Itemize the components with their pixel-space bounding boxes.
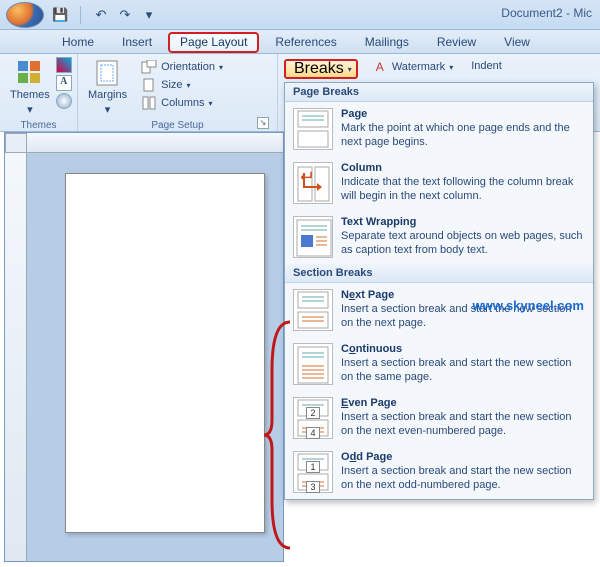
tab-references[interactable]: References: [263, 32, 348, 53]
next-page-icon: [293, 289, 333, 331]
group-label-themes: Themes: [6, 118, 71, 131]
redo-icon[interactable]: ↷: [117, 7, 133, 23]
option-desc: Separate text around objects on web page…: [341, 230, 585, 258]
columns-label: Columns: [161, 97, 204, 109]
indent-label-group: Indent: [467, 59, 506, 73]
option-title: Continuous: [341, 343, 585, 355]
attribution-link[interactable]: www.skyneel.com: [472, 298, 584, 313]
break-option-column[interactable]: Column Indicate that the text following …: [285, 156, 593, 210]
theme-colors-button[interactable]: [56, 57, 72, 73]
option-desc: Insert a section break and start the new…: [341, 465, 585, 493]
break-option-even-page[interactable]: 24 Even Page Insert a section break and …: [285, 391, 593, 445]
chevron-down-icon: ▾: [348, 65, 352, 74]
chevron-down-icon: ▾: [209, 99, 213, 108]
theme-effects-button[interactable]: [56, 93, 72, 109]
section-breaks-brace-annotation: [262, 320, 292, 550]
theme-fonts-button[interactable]: A: [56, 75, 72, 91]
document-area: [4, 132, 284, 562]
break-option-text-wrapping[interactable]: Text Wrapping Separate text around objec…: [285, 210, 593, 264]
page-num-badge: 4: [306, 427, 320, 439]
option-title: Page: [341, 108, 585, 120]
tab-insert[interactable]: Insert: [110, 32, 164, 53]
tab-home[interactable]: Home: [50, 32, 106, 53]
break-option-page[interactable]: Page Mark the point at which one page en…: [285, 102, 593, 156]
group-label-page-setup: Page Setup ↘: [84, 118, 271, 131]
horizontal-ruler[interactable]: [27, 133, 283, 153]
group-themes: Themes ▾ A Themes: [0, 54, 78, 131]
page-num-badge: 2: [306, 407, 320, 419]
separator: [80, 6, 81, 24]
tab-review[interactable]: Review: [425, 32, 488, 53]
text-wrapping-icon: [293, 216, 333, 258]
page-breaks-header: Page Breaks: [285, 83, 593, 102]
columns-button[interactable]: Columns ▾: [137, 95, 227, 111]
columns-icon: [141, 96, 157, 110]
break-option-continuous[interactable]: Continuous Insert a section break and st…: [285, 337, 593, 391]
page-num-badge: 1: [306, 461, 320, 473]
option-title: Even Page: [341, 397, 585, 409]
option-title: Odd Page: [341, 451, 585, 463]
chevron-down-icon: ▾: [449, 63, 453, 72]
size-button[interactable]: Size ▾: [137, 77, 227, 93]
page-break-icon: [293, 108, 333, 150]
document-page[interactable]: [65, 173, 265, 533]
even-page-icon: 24: [293, 397, 333, 439]
vertical-ruler[interactable]: [5, 153, 27, 561]
save-icon[interactable]: 💾: [52, 7, 68, 23]
margins-icon: [94, 59, 122, 87]
break-option-odd-page[interactable]: 13 Odd Page Insert a section break and s…: [285, 445, 593, 499]
breaks-dropdown: Page Breaks Page Mark the point at which…: [284, 82, 594, 500]
odd-page-icon: 13: [293, 451, 333, 493]
option-desc: Indicate that the text following the col…: [341, 176, 585, 204]
breaks-button[interactable]: Breaks ▾: [284, 59, 358, 79]
chevron-down-icon: ▾: [219, 63, 223, 72]
group-page-setup: Margins ▾ Orientation ▾ Size ▾ Columns ▾ Pa…: [78, 54, 278, 131]
chevron-down-icon: ▾: [187, 81, 191, 90]
size-label: Size: [161, 79, 182, 91]
watermark-label: Watermark: [392, 61, 445, 73]
ruler-corner: [5, 133, 27, 153]
option-title: Column: [341, 162, 585, 174]
chevron-down-icon: ▾: [105, 103, 111, 116]
page-num-badge: 3: [306, 481, 320, 493]
column-break-icon: [293, 162, 333, 204]
themes-button[interactable]: Themes ▾: [6, 57, 54, 118]
size-icon: [141, 78, 157, 92]
themes-icon: [16, 59, 44, 87]
indent-label: Indent: [471, 60, 502, 72]
option-desc: Mark the point at which one page ends an…: [341, 122, 585, 150]
watermark-icon: A: [372, 60, 388, 74]
dialog-launcher-icon[interactable]: ↘: [257, 117, 269, 129]
breaks-label: Breaks: [294, 60, 344, 78]
undo-icon[interactable]: ↶: [93, 7, 109, 23]
tab-page-layout[interactable]: Page Layout: [168, 32, 259, 53]
ribbon-tabs: Home Insert Page Layout References Maili…: [0, 30, 600, 54]
window-title: Document2 - Mic: [501, 6, 592, 20]
orientation-button[interactable]: Orientation ▾: [137, 59, 227, 75]
orientation-label: Orientation: [161, 61, 215, 73]
margins-label: Margins: [88, 89, 127, 101]
qat-customize-icon[interactable]: ▾: [141, 7, 157, 23]
tab-view[interactable]: View: [492, 32, 542, 53]
continuous-icon: [293, 343, 333, 385]
option-title: Text Wrapping: [341, 216, 585, 228]
chevron-down-icon: ▾: [27, 103, 33, 116]
option-desc: Insert a section break and start the new…: [341, 411, 585, 439]
office-button[interactable]: [6, 2, 44, 28]
margins-button[interactable]: Margins ▾: [84, 57, 131, 118]
tab-mailings[interactable]: Mailings: [353, 32, 421, 53]
title-bar: 💾 ↶ ↷ ▾ Document2 - Mic: [0, 0, 600, 30]
section-breaks-header: Section Breaks: [285, 264, 593, 283]
quick-access-toolbar: 💾 ↶ ↷ ▾: [52, 6, 157, 24]
themes-label: Themes: [10, 89, 50, 101]
watermark-button[interactable]: A Watermark ▾: [368, 59, 457, 75]
option-desc: Insert a section break and start the new…: [341, 357, 585, 385]
orientation-icon: [141, 60, 157, 74]
